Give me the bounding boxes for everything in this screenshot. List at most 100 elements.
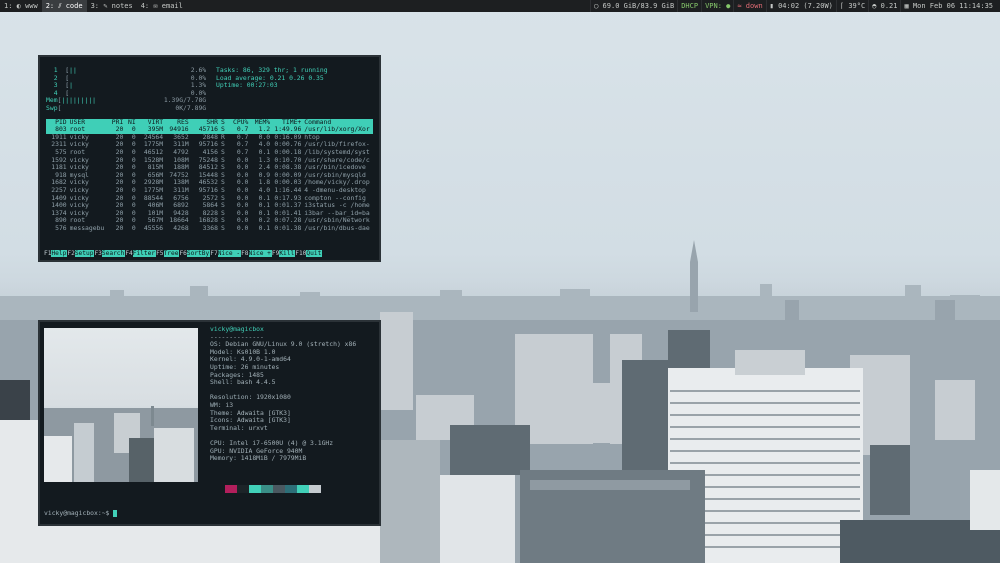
cell-virt: 567M: [147, 217, 164, 225]
htop-uptime: Uptime: 00:27:03: [216, 82, 278, 90]
fkey-f6[interactable]: F6SortBy: [179, 250, 211, 258]
fkey-label: Tree: [163, 250, 180, 257]
cell-shr: 5864: [202, 202, 218, 210]
cell-time: 0:17.93: [274, 194, 302, 202]
fkey-f7[interactable]: F7Nice -: [210, 250, 242, 258]
neofetch-info-line: Resolution: 1920x1080: [210, 394, 356, 402]
fkey-number: F8: [241, 250, 249, 257]
cell-cpu: 0.0: [236, 202, 249, 210]
neofetch-info-line: Memory: 1418MiB / 7979MiB: [210, 455, 356, 463]
cell-pri: 20: [115, 194, 124, 202]
info-value: i3: [225, 401, 234, 409]
cell-user: vicky: [69, 156, 89, 164]
cell-pid: 1374: [51, 209, 67, 217]
process-row[interactable]: 2311 vicky 20 0 1775M 311M 95716 S 0.7 4.0 0:00.76…: [46, 141, 373, 149]
cell-mem: 0.1: [258, 194, 271, 202]
info-value: Adwaita [GTK3]: [236, 409, 291, 417]
process-row[interactable]: 918 mysql 20 0 656M 74752 15448 S 0.0 0.9 0:00.09/…: [46, 172, 373, 180]
shell-prompt[interactable]: vicky@magicbox:~$: [44, 509, 118, 517]
cell-virt: 656M: [147, 171, 164, 179]
cell-time: 0:00.76: [274, 141, 302, 149]
fkey-f3[interactable]: F3Search: [94, 250, 126, 258]
cell-mem: 2.4: [258, 164, 271, 172]
cell-time: 0:10.70: [274, 156, 302, 164]
cell-mem: 0.9: [258, 171, 271, 179]
fkey-f10[interactable]: F10Quit: [295, 250, 323, 258]
process-row[interactable]: 1409 vicky 20 0 88544 6756 2572 S 0.0 0.1 0:17.93 c…: [46, 195, 373, 203]
cell-mem: 0.1: [258, 202, 271, 210]
fkey-f1[interactable]: F1Help: [44, 250, 68, 258]
process-row[interactable]: 1592 vicky 20 0 1528M 108M 75248 S 0.0 1.3 0:10.70…: [46, 157, 373, 165]
cell-mem: 1.8: [258, 179, 271, 187]
color-swatch: [237, 485, 249, 493]
cell-res: 9428: [173, 209, 189, 217]
cell-pri: 20: [115, 156, 124, 164]
cell-shr: 4156: [202, 148, 218, 156]
process-row[interactable]: 1911 vicky 20 0 24564 3652 2848 R 0.7 0.0 0:16.09 h…: [46, 134, 373, 142]
workspace-1[interactable]: 1: ◐ www: [0, 0, 42, 12]
fkey-number: F4: [125, 250, 133, 257]
fkey-f2[interactable]: F2Setup: [67, 250, 95, 258]
process-row[interactable]: 2257 vicky 20 0 1775M 311M 95716 S 0.0 4.0 1:16.44…: [46, 187, 373, 195]
fkey-label: Help: [51, 250, 68, 257]
info-value: urxvt: [248, 424, 268, 432]
cell-res: 74752: [169, 171, 189, 179]
info-key: Theme:: [210, 409, 237, 417]
cell-s: S: [220, 118, 225, 126]
process-row[interactable]: 803 root 20 0 395M 94916 45716 S 0.7 1.2 1:49.96/u…: [46, 126, 373, 134]
color-swatch: [273, 485, 285, 493]
cell-command: i3bar --bar_id=ba: [304, 209, 370, 217]
cell-res: 311M: [173, 186, 189, 194]
workspace-3[interactable]: 3: ✎ notes: [87, 0, 137, 12]
cpu-meter-3: 3 [|1.3%]: [46, 82, 206, 90]
cell-time: 0:01.37: [274, 202, 302, 210]
cell-virt: 1775M: [143, 186, 164, 194]
cell-virt: 815M: [147, 164, 164, 172]
neofetch-info-line: Theme: Adwaita [GTK3]: [210, 410, 356, 418]
cell-virt: 46512: [143, 148, 164, 156]
info-value: 1418MiB / 7979MiB: [240, 455, 307, 463]
fkey-f4[interactable]: F4Filter: [125, 250, 157, 258]
cell-res: 4792: [173, 148, 189, 156]
process-row[interactable]: 890 root 20 0 567M 18664 16828 S 0.0 0.2 0:07.28/u…: [46, 217, 373, 225]
cell-s: S: [220, 224, 225, 232]
cell-res: 138M: [173, 179, 189, 187]
cell-ni: 0: [131, 209, 136, 217]
network-status: DHCP: [677, 0, 701, 12]
cell-cpu: 0.0: [236, 209, 249, 217]
neofetch-info-line: Icons: Adwaita [GTK3]: [210, 417, 356, 425]
info-key: CPU:: [210, 439, 230, 447]
cell-time: 0:01.38: [274, 224, 302, 232]
info-key: GPU:: [210, 447, 230, 455]
cpu-icon: ◓: [872, 2, 881, 10]
neofetch-terminal-window[interactable]: vicky@magicbox -------------- OS: Debian…: [38, 320, 381, 526]
neofetch-info-list: OS: Debian GNU/Linux 9.0 (stretch) x86 Mo…: [210, 341, 356, 463]
htop-terminal-window[interactable]: 1 [||2.6%] 2 [0.0%] 3 [|1.3%] 4 [0.0%]Me…: [38, 55, 381, 262]
process-row[interactable]: 1400 vicky 20 0 406M 6892 5864 S 0.0 0.1 0:01.37 i3…: [46, 202, 373, 210]
cell-shr: 2848: [202, 133, 218, 141]
cell-pri: 20: [115, 186, 124, 194]
cell-mem: 1.3: [258, 156, 271, 164]
cell-shr: 16828: [198, 217, 218, 225]
process-row[interactable]: 1181 vicky 20 0 815M 188M 84512 S 0.0 2.4 0:08.38/…: [46, 164, 373, 172]
fkey-f9[interactable]: F9Kill: [272, 250, 296, 258]
cell-pid: 803: [55, 126, 67, 134]
workspace-2[interactable]: 2: ⫽ code: [41, 0, 87, 12]
neofetch-info-line: Terminal: urxvt: [210, 425, 356, 433]
meter-bracket: [: [65, 74, 70, 82]
cell-s: S: [220, 171, 225, 179]
cell-cpu: 0.7: [236, 141, 249, 149]
fkey-number: F10: [295, 250, 307, 257]
process-row[interactable]: 1374 vicky 20 0 101M 9428 8228 S 0.0 0.1 0:01.41 i3…: [46, 210, 373, 218]
cell-pri: 20: [115, 171, 124, 179]
workspace-4[interactable]: 4: ✉ email: [137, 0, 187, 12]
process-row[interactable]: 575 root 20 0 46512 4792 4156 S 0.7 0.1 0:00.18/li…: [46, 149, 373, 157]
meter-value: 0.0%]: [190, 89, 206, 97]
cell-pri: 20: [115, 126, 124, 134]
process-row[interactable]: 576 messagebu 20 0 45556 4268 3368 S 0.0 0.1 0:01.…: [46, 225, 373, 233]
cell-s: S: [220, 186, 225, 194]
fkey-f5[interactable]: F5Tree: [156, 250, 180, 258]
info-key: Packages:: [210, 371, 249, 379]
process-row[interactable]: 1682 vicky 20 0 2928M 138M 46532 S 0.0 1.8 0:00.03…: [46, 179, 373, 187]
fkey-f8[interactable]: F8Nice +: [241, 250, 272, 258]
